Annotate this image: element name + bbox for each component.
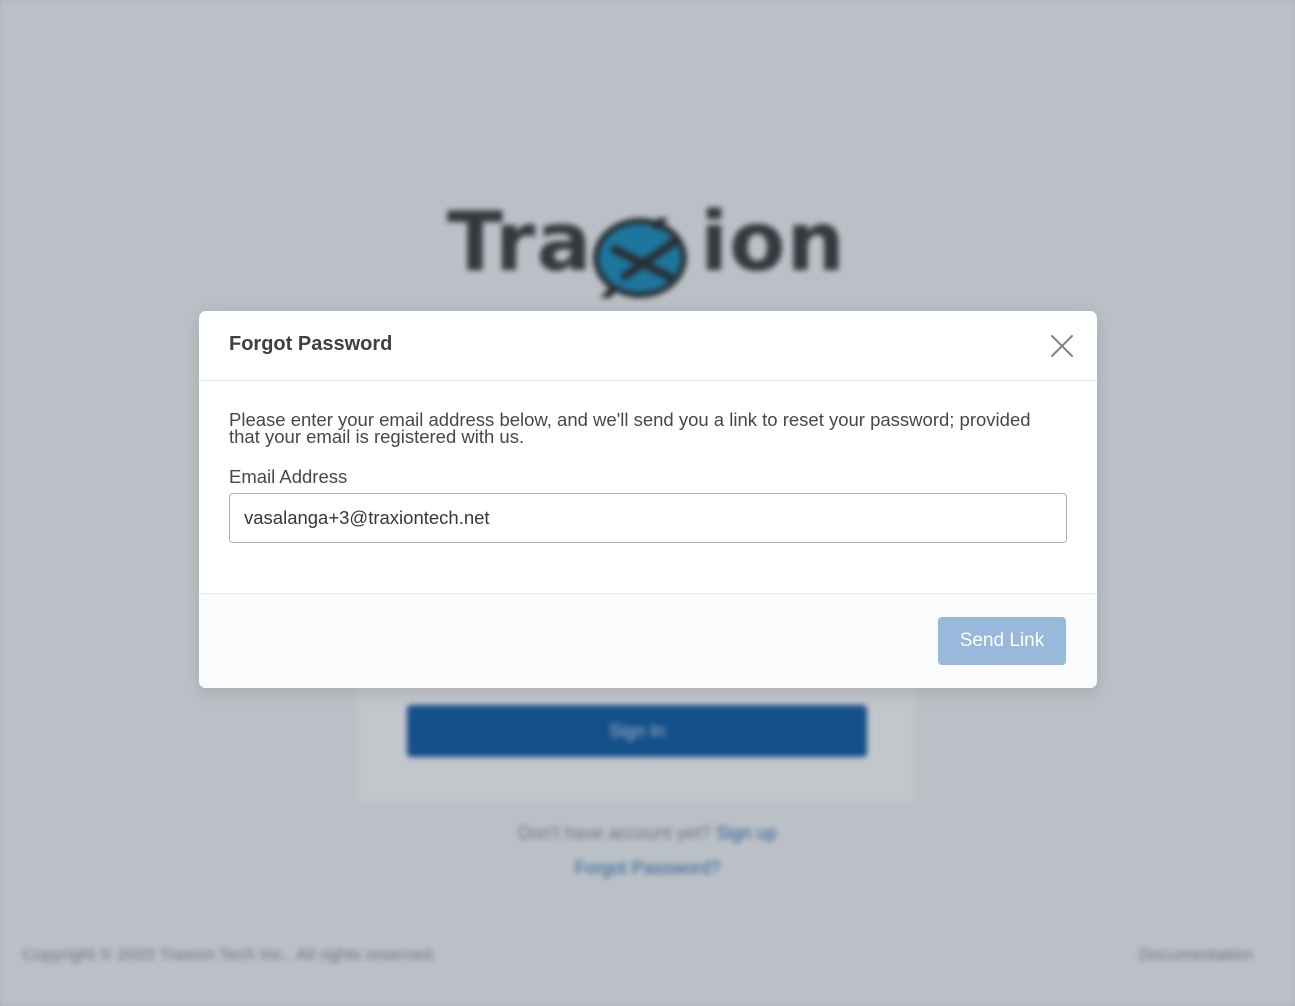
forgot-password-modal: Forgot Password Please enter your email … [199, 311, 1097, 688]
modal-header: Forgot Password [199, 311, 1097, 381]
email-field[interactable] [229, 493, 1067, 543]
modal-footer: Send Link [199, 593, 1097, 688]
email-label: Email Address [229, 466, 348, 487]
close-icon[interactable] [1049, 333, 1075, 359]
modal-body: Please enter your email address below, a… [199, 381, 1097, 593]
send-link-button[interactable]: Send Link [938, 617, 1066, 665]
modal-description: Please enter your email address below, a… [229, 409, 1031, 447]
modal-title: Forgot Password [229, 333, 393, 355]
